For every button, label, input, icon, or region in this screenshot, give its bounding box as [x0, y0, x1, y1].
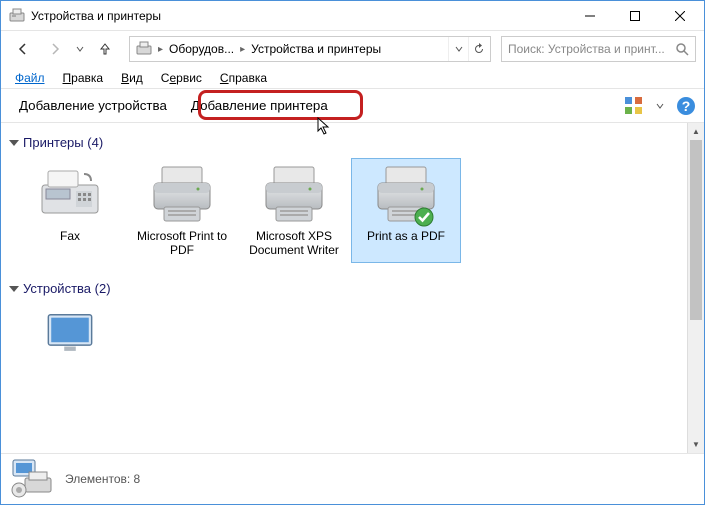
scroll-down-button[interactable]: ▼	[688, 436, 704, 453]
menu-view[interactable]: Вид	[113, 69, 151, 87]
scrollbar[interactable]: ▲ ▼	[687, 123, 704, 453]
breadcrumb-seg-1[interactable]: Оборудов...	[165, 37, 238, 61]
navbar: ▸ Оборудов... ▸ Устройства и принтеры По…	[1, 31, 704, 67]
add-device-button[interactable]: Добавление устройства	[9, 94, 177, 117]
status-icon	[11, 458, 53, 500]
help-button[interactable]: ?	[676, 96, 696, 116]
window-title: Устройства и принтеры	[31, 9, 567, 23]
content-area: Принтеры (4) Fax Microsoft Print to PDF Mi…	[1, 123, 687, 453]
refresh-button[interactable]	[468, 37, 488, 61]
up-button[interactable]	[91, 35, 119, 63]
scroll-up-button[interactable]: ▲	[688, 123, 704, 140]
menubar: Файл Правка Вид Сервис Справка	[1, 67, 704, 89]
device-item[interactable]	[15, 304, 125, 366]
view-options-button[interactable]	[624, 96, 644, 116]
item-label: Fax	[60, 229, 80, 243]
group-header-printers[interactable]: Принтеры (4)	[9, 129, 675, 154]
address-bar[interactable]: ▸ Оборудов... ▸ Устройства и принтеры	[129, 36, 491, 62]
devices-group	[9, 300, 675, 378]
group-header-devices[interactable]: Устройства (2)	[9, 275, 675, 300]
menu-help[interactable]: Справка	[212, 69, 275, 87]
titlebar: Устройства и принтеры	[1, 1, 704, 31]
printer-icon	[146, 163, 218, 225]
item-label: Print as a PDF	[367, 229, 445, 243]
status-text: Элементов: 8	[65, 472, 140, 486]
maximize-button[interactable]	[612, 1, 657, 30]
history-dropdown[interactable]	[73, 35, 87, 63]
status-bar: Элементов: 8	[1, 453, 704, 503]
menu-tools[interactable]: Сервис	[153, 69, 210, 87]
command-bar: Добавление устройства Добавление принтер…	[1, 89, 704, 123]
default-badge-icon	[414, 207, 434, 227]
breadcrumb-seg-2[interactable]: Устройства и принтеры	[247, 37, 385, 61]
minimize-button[interactable]	[567, 1, 612, 30]
address-dropdown[interactable]	[448, 37, 468, 61]
address-icon	[136, 41, 152, 57]
close-button[interactable]	[657, 1, 702, 30]
menu-edit[interactable]: Правка	[55, 69, 112, 87]
printers-group: Fax Microsoft Print to PDF Microsoft XPS D…	[9, 154, 675, 275]
back-button[interactable]	[9, 35, 37, 63]
forward-button[interactable]	[41, 35, 69, 63]
window-icon	[9, 8, 25, 24]
add-printer-button[interactable]: Добавление принтера	[181, 94, 338, 117]
printer-item[interactable]: Print as a PDF	[351, 158, 461, 263]
item-label: Microsoft Print to PDF	[132, 229, 232, 258]
chevron-right-icon[interactable]: ▸	[238, 44, 247, 55]
printer-item[interactable]: Microsoft XPS Document Writer	[239, 158, 349, 263]
search-input[interactable]: Поиск: Устройства и принт...	[501, 36, 696, 62]
printer-icon	[258, 163, 330, 225]
monitor-icon	[34, 309, 106, 361]
scroll-thumb[interactable]	[690, 140, 702, 320]
item-label: Microsoft XPS Document Writer	[244, 229, 344, 258]
menu-file[interactable]: Файл	[7, 69, 53, 87]
chevron-down-icon[interactable]	[656, 102, 664, 110]
fax-icon	[34, 163, 106, 225]
chevron-right-icon[interactable]: ▸	[156, 44, 165, 55]
printer-icon	[370, 163, 442, 225]
window-controls	[567, 1, 702, 30]
printer-item[interactable]: Microsoft Print to PDF	[127, 158, 237, 263]
search-icon	[675, 42, 689, 56]
printer-item[interactable]: Fax	[15, 158, 125, 263]
search-placeholder: Поиск: Устройства и принт...	[508, 42, 675, 56]
svg-text:?: ?	[682, 98, 691, 114]
